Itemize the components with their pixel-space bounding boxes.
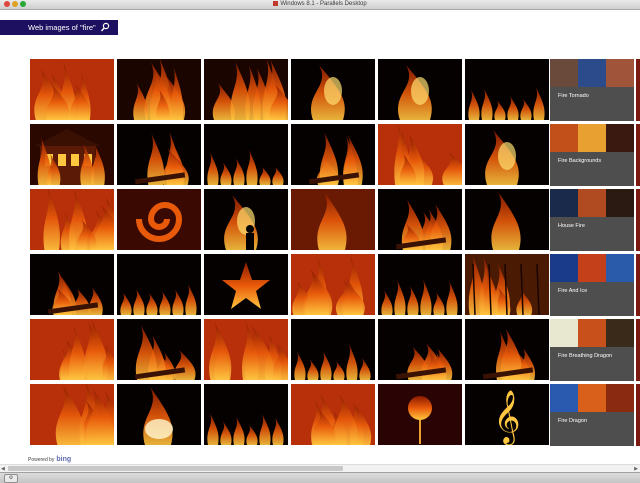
image-result-flame-cloud[interactable] (204, 59, 288, 120)
related-thumbnail (550, 59, 578, 87)
image-result-swirl[interactable] (117, 189, 201, 250)
image-result-flame-row[interactable] (465, 59, 549, 120)
image-result-campfire[interactable] (30, 254, 114, 315)
related-thumbnail (578, 254, 606, 282)
image-result-logs[interactable] (291, 124, 375, 185)
offscreen-image-peek[interactable] (636, 124, 640, 186)
offscreen-image-peek[interactable] (636, 384, 640, 446)
related-thumbnails (550, 384, 634, 412)
search-bar[interactable]: Web images of "fire" (0, 20, 118, 35)
image-result-flame-low[interactable] (204, 384, 288, 445)
parallels-statusbar: ⚙ (0, 472, 640, 483)
image-result-tall-flame[interactable] (465, 189, 549, 250)
related-search-tile[interactable]: Fire And Ice (550, 254, 634, 316)
search-icon[interactable] (100, 22, 110, 33)
offscreen-image-peek[interactable] (636, 189, 640, 251)
image-result-house-fire[interactable] (30, 124, 114, 185)
related-search-tile[interactable]: Fire Breathing Dragon (550, 319, 634, 381)
related-thumbnails (550, 124, 634, 152)
scrollbar-thumb[interactable] (8, 466, 343, 471)
related-search-label: Fire Dragon (558, 418, 588, 424)
image-result-silhouette[interactable] (204, 189, 288, 250)
image-result-white-flame[interactable] (117, 384, 201, 445)
image-result-flame-black[interactable] (378, 254, 462, 315)
powered-by: Powered by bing (28, 456, 71, 463)
related-search-tile[interactable]: Fire Dragon (550, 384, 634, 446)
image-result-fireplace[interactable] (378, 189, 462, 250)
window-title: Windows 8.1 - Parallels Desktop (0, 0, 640, 9)
image-result-bonfire-dark[interactable] (378, 319, 462, 380)
related-thumbnail (606, 189, 634, 217)
related-search-label: Fire And Ice (558, 288, 588, 294)
image-result-flame-burst[interactable] (117, 59, 201, 120)
image-result-flames-wide[interactable] (30, 384, 114, 445)
related-search-label: House Fire (558, 223, 585, 229)
image-result-flames-wide[interactable] (378, 124, 462, 185)
related-thumbnail (550, 124, 578, 152)
image-result-flames-wide[interactable] (291, 384, 375, 445)
image-result-flame-row[interactable] (117, 254, 201, 315)
window-titlebar: Windows 8.1 - Parallels Desktop (0, 0, 640, 10)
image-result-flames-wide[interactable] (204, 319, 288, 380)
related-thumbnail (578, 319, 606, 347)
image-result-embers[interactable] (117, 319, 201, 380)
image-result-fire-hand[interactable] (378, 59, 462, 120)
window-title-text: Windows 8.1 - Parallels Desktop (280, 1, 367, 7)
related-thumbnail (606, 124, 634, 152)
related-search-tile[interactable]: Fire Tornado (550, 59, 634, 121)
image-result-fire-rose[interactable] (378, 384, 462, 445)
related-thumbnail (550, 319, 578, 347)
related-thumbnail (578, 384, 606, 412)
image-result-flames-wide[interactable] (30, 319, 114, 380)
image-result-treble-clef[interactable]: 𝄞 (465, 384, 549, 445)
powered-by-text: Powered by (28, 457, 55, 463)
related-thumbnail (550, 254, 578, 282)
related-thumbnail (578, 189, 606, 217)
related-search-label: Fire Tornado (558, 93, 589, 99)
image-result-fire-figure[interactable] (291, 59, 375, 120)
image-result-flame-row[interactable] (204, 124, 288, 185)
related-thumbnails (550, 59, 634, 87)
related-search-tile[interactable]: House Fire (550, 189, 634, 251)
image-result-flames-wide[interactable] (291, 254, 375, 315)
related-thumbnail (550, 189, 578, 217)
svg-text:𝄞: 𝄞 (493, 389, 520, 445)
related-thumbnails (550, 319, 634, 347)
image-result-flame-low[interactable] (291, 319, 375, 380)
image-result-embers[interactable] (465, 319, 549, 380)
related-thumbnail (606, 59, 634, 87)
bing-logo[interactable]: bing (56, 456, 71, 463)
related-thumbnail (606, 319, 634, 347)
related-thumbnail (578, 124, 606, 152)
related-thumbnail (606, 254, 634, 282)
parallels-icon (273, 0, 279, 6)
image-result-bonfire-dark[interactable] (117, 124, 201, 185)
offscreen-image-peek[interactable] (636, 319, 640, 381)
image-result-fire-star[interactable] (204, 254, 288, 315)
offscreen-image-peek[interactable] (636, 59, 640, 121)
related-search-tile[interactable]: Fire Backgrounds (550, 124, 634, 186)
image-result-forest-fire[interactable] (465, 254, 549, 315)
offscreen-image-peek[interactable] (636, 254, 640, 316)
related-thumbnail (606, 384, 634, 412)
related-search-label: Fire Breathing Dragon (558, 353, 613, 359)
search-query-label: Web images of "fire" (28, 23, 96, 32)
related-search-label: Fire Backgrounds (558, 158, 602, 164)
related-thumbnails (550, 254, 634, 282)
image-result-single-flame[interactable] (291, 189, 375, 250)
related-thumbnail (550, 384, 578, 412)
image-result-fire-woman[interactable] (465, 124, 549, 185)
related-thumbnail (578, 59, 606, 87)
image-result-flames-wide[interactable] (30, 189, 114, 250)
image-result-flames-wide[interactable] (30, 59, 114, 120)
related-thumbnails (550, 189, 634, 217)
